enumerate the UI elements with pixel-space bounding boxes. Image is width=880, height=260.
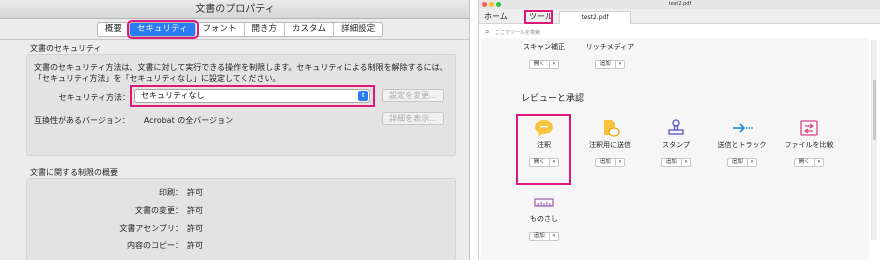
tool-label: 注釈 [537,141,551,149]
chevron-down-icon[interactable]: ▾ [614,61,625,68]
tool-label: ファイルを比較 [784,141,834,149]
tab-custom[interactable]: カスタム [285,23,335,36]
restriction-value: 許可 [187,224,203,233]
restriction-key: 印刷： [159,188,183,197]
tool-label: 注釈用に送信 [589,141,631,149]
restriction-key: 文書アセンブリ： [119,224,183,233]
chevron-down-icon[interactable]: ▾ [548,233,559,240]
dialog-title: 文書のプロパティ [0,0,469,19]
dialog-tabbar: 概要 セキュリティ フォント 開き方 カスタム 詳細設定 [97,20,384,39]
tool-send-and-track[interactable]: 送信とトラック 追加 ▾ [709,118,775,167]
maximize-window-icon[interactable] [496,2,501,7]
security-method-label: セキュリティ方法： [58,93,130,102]
tool-label: リッチメディア [585,43,635,51]
tool-open-button[interactable]: 開く ▾ [528,158,560,167]
minimize-window-icon[interactable] [489,2,494,7]
tool-rich-media[interactable]: リッチメディア 追加 ▾ [577,42,643,69]
restriction-value: 許可 [187,206,203,215]
tab-advanced[interactable]: 詳細設定 [334,23,382,36]
tool-send-for-comments[interactable]: 注釈用に送信 追加 ▾ [577,118,643,167]
tab-initial-view[interactable]: 開き方 [245,23,286,36]
tab-summary[interactable]: 概要 [98,23,131,36]
compatibility-row: 互換性があるバージョン： Acrobat の全バージョン [34,115,233,126]
chevron-down-icon[interactable]: ▾ [680,159,691,166]
stamp-icon [643,118,709,140]
tool-comment[interactable]: 注釈 開く ▾ [511,118,577,167]
tool-open-button[interactable]: 開く ▾ [528,60,560,69]
scrollbar-thumb[interactable] [873,80,876,140]
tool-label: ものさし [530,215,558,223]
security-method-value: セキュリティなし [141,91,205,100]
tab-file[interactable]: test2.pdf [559,11,631,24]
restrictions-summary [26,178,456,260]
chevron-down-icon[interactable]: ▾ [813,159,824,166]
tool-add-button[interactable]: 追加 ▾ [594,60,626,69]
security-method-select[interactable]: セキュリティなし ⇕ [134,89,370,103]
acrobat-window-title: test2.pdf [479,0,880,9]
tool-label: スキャン補正 [523,43,565,51]
tool-search[interactable]: ⌕ ここでツールを検索 [483,26,873,37]
security-description: 文書のセキュリティ方法は、文書に対して実行できる操作を制限します。セキュリティに… [34,62,454,84]
restriction-value: 許可 [187,188,203,197]
tool-label: スタンプ [662,141,690,149]
security-section-title: 文書のセキュリティ [30,44,102,53]
tool-scan-correction[interactable]: スキャン補正 開く ▾ [511,42,577,69]
tool-open-button[interactable]: 開く ▾ [793,158,825,167]
send-and-track-icon [709,118,775,140]
close-window-icon[interactable] [482,2,487,7]
compatibility-label: 互換性があるバージョン： [34,116,130,125]
tool-label: 送信とトラック [717,141,767,149]
tab-home[interactable]: ホーム [484,11,508,22]
security-description-line2: 「セキュリティ方法」を「セキュリティなし」に設定してください。 [34,74,281,83]
tool-add-button[interactable]: 追加 ▾ [660,158,692,167]
search-input[interactable]: ここでツールを検索 [495,29,540,36]
tool-stamp[interactable]: スタンプ 追加 ▾ [643,118,709,167]
tab-security[interactable]: セキュリティ [127,20,199,39]
compatibility-value: Acrobat の全バージョン [143,116,234,125]
tool-add-button[interactable]: 追加 ▾ [594,158,626,167]
tools-tab-highlight [524,10,553,24]
review-section-title: レビューと承認 [521,94,585,104]
show-details-button[interactable]: 詳細を表示... [382,112,444,125]
restrictions-section-title: 文書に関する制限の概要 [30,168,118,177]
comment-icon [511,118,577,140]
change-settings-button[interactable]: 設定を変更... [382,89,444,102]
tool-add-button[interactable]: 追加 ▾ [726,158,758,167]
restriction-value: 許可 [187,241,203,250]
select-stepper-icon: ⇕ [358,91,368,101]
acrobat-window: test2.pdf ホーム ツール test2.pdf ⌕ ここでツールを検索 … [478,0,880,260]
restriction-key: 内容のコピー： [127,241,183,250]
security-description-line1: 文書のセキュリティ方法は、文書に対して実行できる操作を制限します。セキュリティに… [34,63,448,72]
send-for-comments-icon [577,118,643,140]
tool-ruler[interactable]: ものさし 追加 ▾ [511,192,577,241]
tool-compare-files[interactable]: ファイルを比較 開く ▾ [776,118,842,167]
document-properties-dialog: 文書のプロパティ 概要 セキュリティ フォント 開き方 カスタム 詳細設定 文書… [0,0,470,260]
chevron-down-icon[interactable]: ▾ [548,159,559,166]
compare-files-icon [776,118,842,140]
chevron-down-icon[interactable]: ▾ [548,61,559,68]
restriction-key: 文書の変更： [135,206,183,215]
chevron-down-icon[interactable]: ▾ [614,159,625,166]
chevron-down-icon[interactable]: ▾ [746,159,757,166]
tools-scrollbar[interactable] [871,40,877,240]
search-icon: ⌕ [485,27,490,36]
ruler-icon [511,192,577,214]
tool-add-button[interactable]: 追加 ▾ [528,232,560,241]
tab-fonts[interactable]: フォント [196,23,245,36]
dialog-divider [0,39,469,40]
